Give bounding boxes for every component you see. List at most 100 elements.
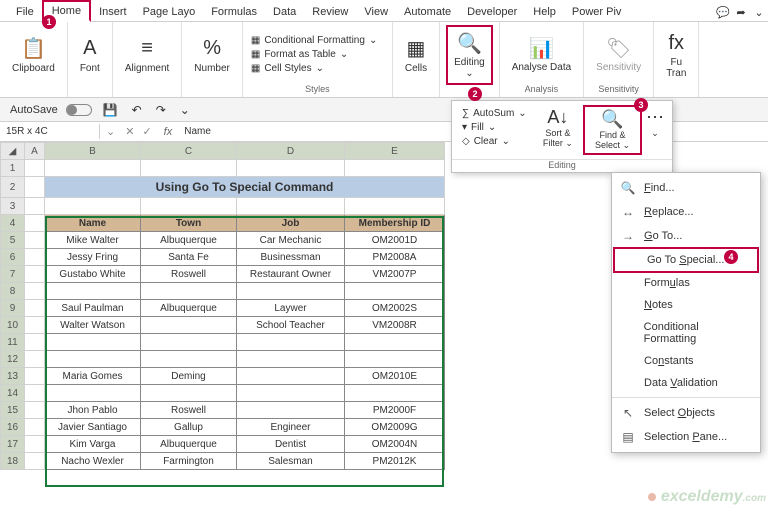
table-row[interactable]: 14 — [1, 385, 445, 402]
undo-icon[interactable]: ↶ — [129, 103, 145, 117]
row-17[interactable]: 17 — [1, 436, 25, 453]
dots-icon: ⋯ — [646, 107, 664, 129]
menu-constants[interactable]: Constants — [612, 350, 760, 372]
clipboard-button[interactable]: 📋Clipboard — [6, 25, 61, 85]
tab-review[interactable]: Review — [304, 3, 356, 21]
row-11[interactable]: 11 — [1, 334, 25, 351]
menu-replace[interactable]: ↔Replace... — [612, 200, 760, 224]
analyse-data-button[interactable]: 📊Analyse Data — [506, 25, 577, 84]
tab-powerpivot[interactable]: Power Piv — [564, 3, 630, 21]
font-button[interactable]: AFont — [74, 25, 106, 85]
save-icon[interactable]: 💾 — [100, 103, 121, 117]
table-row[interactable]: 18Nacho WexlerFarmingtonSalesmanPM2012K — [1, 453, 445, 470]
row-2[interactable]: 2 — [1, 177, 25, 198]
autosum-button[interactable]: ∑AutoSum ⌄ — [460, 107, 529, 120]
row-6[interactable]: 6 — [1, 249, 25, 266]
functions-button[interactable]: fxFuTran — [660, 25, 692, 85]
format-as-table-button[interactable]: ▦Format as Table ⌄ — [249, 48, 386, 61]
table-row[interactable]: 12 — [1, 351, 445, 368]
menu-cond-fmt[interactable]: Conditional Formatting — [612, 316, 760, 350]
table-row[interactable]: 16Javier SantiagoGallupEngineerOM2009G — [1, 419, 445, 436]
row-18[interactable]: 18 — [1, 453, 25, 470]
cellstyles-icon: ▦ — [251, 63, 260, 74]
row-15[interactable]: 15 — [1, 402, 25, 419]
table-row[interactable]: 17Kim VargaAlbuquerqueDentistOM2004N — [1, 436, 445, 453]
comments-icon[interactable]: 💬 — [714, 4, 732, 21]
row-16[interactable]: 16 — [1, 419, 25, 436]
row-4[interactable]: 4 — [1, 215, 25, 232]
dd-more-button[interactable]: ⋯⌄ — [642, 105, 668, 155]
table-row[interactable]: 7Gustabo WhiteRoswellRestaurant OwnerVM2… — [1, 266, 445, 283]
menu-goto[interactable]: →Go To... — [612, 224, 760, 248]
hdr-name[interactable]: Name — [45, 215, 141, 232]
menu-separator — [612, 397, 760, 398]
menu-formulas[interactable]: Formulas — [612, 272, 760, 294]
table-row[interactable]: 6Jessy FringSanta FeBusinessmanPM2008A — [1, 249, 445, 266]
share-icon[interactable]: ➦ — [732, 4, 750, 21]
select-all-cell[interactable]: ◢ — [1, 143, 25, 160]
clear-button[interactable]: ◇Clear ⌄ — [460, 135, 529, 148]
menu-notes[interactable]: Notes — [612, 294, 760, 316]
row-1[interactable]: 1 — [1, 160, 25, 177]
col-d[interactable]: D — [237, 143, 345, 160]
menu-select-objects[interactable]: ↖Select Objects — [612, 401, 760, 425]
tab-developer[interactable]: Developer — [459, 3, 525, 21]
hdr-membership[interactable]: Membership ID — [345, 215, 445, 232]
row-13[interactable]: 13 — [1, 368, 25, 385]
row-9[interactable]: 9 — [1, 300, 25, 317]
col-e[interactable]: E — [345, 143, 445, 160]
tab-pagelayout[interactable]: Page Layo — [135, 3, 204, 21]
font-icon: A — [83, 37, 96, 61]
sensitivity-group-label: Sensitivity — [590, 84, 647, 94]
sort-filter-button[interactable]: A↓Sort & Filter ⌄ — [533, 105, 583, 155]
fx-cancel-icon[interactable]: ✕ — [121, 125, 138, 138]
alignment-button[interactable]: ≡Alignment — [119, 25, 175, 85]
fx-label[interactable]: fx — [156, 126, 181, 138]
table-row[interactable]: 8 — [1, 283, 445, 300]
tab-automate[interactable]: Automate — [396, 3, 459, 21]
conditional-formatting-button[interactable]: ▦Conditional Formatting ⌄ — [249, 34, 386, 47]
row-3[interactable]: 3 — [1, 198, 25, 215]
col-c[interactable]: C — [141, 143, 237, 160]
row-10[interactable]: 10 — [1, 317, 25, 334]
name-box[interactable]: 15R x 4C — [0, 124, 100, 139]
redo-icon[interactable]: ↷ — [153, 103, 169, 117]
find-select-button[interactable]: 🔍Find & Select ⌄ — [583, 105, 642, 155]
col-b[interactable]: B — [45, 143, 141, 160]
table-row[interactable]: 9Saul PaulmanAlbuquerqueLaywerOM2002S — [1, 300, 445, 317]
number-button[interactable]: %Number — [188, 25, 236, 85]
tab-formulas[interactable]: Formulas — [203, 3, 265, 21]
namebox-dropdown-icon[interactable]: ⌄ — [100, 125, 121, 138]
table-row[interactable]: 11 — [1, 334, 445, 351]
table-row[interactable]: 15Jhon PabloRoswellPM2000F — [1, 402, 445, 419]
row-5[interactable]: 5 — [1, 232, 25, 249]
table-row[interactable]: 5Mike WalterAlbuquerqueCar MechanicOM200… — [1, 232, 445, 249]
collapse-icon[interactable]: ⌄ — [750, 4, 768, 21]
autosave-toggle[interactable] — [66, 104, 92, 116]
row-12[interactable]: 12 — [1, 351, 25, 368]
row-14[interactable]: 14 — [1, 385, 25, 402]
hdr-job[interactable]: Job — [237, 215, 345, 232]
row-8[interactable]: 8 — [1, 283, 25, 300]
title-cell[interactable]: Using Go To Special Command — [45, 177, 445, 198]
tab-file[interactable]: File — [8, 3, 42, 21]
tab-view[interactable]: View — [356, 3, 396, 21]
table-row[interactable]: 10Walter WatsonSchool TeacherVM2008R — [1, 317, 445, 334]
menu-selection-pane[interactable]: ▤Selection Pane... — [612, 425, 760, 449]
tab-data[interactable]: Data — [265, 3, 304, 21]
fill-button[interactable]: ▾Fill ⌄ — [460, 121, 529, 134]
cells-button[interactable]: ▦Cells — [399, 25, 433, 85]
qat-more-icon[interactable]: ⌄ — [177, 103, 193, 117]
menu-find[interactable]: 🔍Find... — [612, 176, 760, 200]
row-7[interactable]: 7 — [1, 266, 25, 283]
menu-data-validation[interactable]: Data Validation — [612, 372, 760, 394]
sensitivity-button[interactable]: 🏷Sensitivity — [590, 25, 647, 84]
fx-check-icon[interactable]: ✓ — [138, 125, 155, 138]
tab-help[interactable]: Help — [525, 3, 564, 21]
editing-button[interactable]: 🔍Editing⌄ — [446, 25, 493, 85]
table-row[interactable]: 13Maria GomesDemingOM2010E — [1, 368, 445, 385]
tab-insert[interactable]: Insert — [91, 3, 135, 21]
hdr-town[interactable]: Town — [141, 215, 237, 232]
col-a[interactable]: A — [25, 143, 45, 160]
cell-styles-button[interactable]: ▦Cell Styles ⌄ — [249, 62, 386, 75]
